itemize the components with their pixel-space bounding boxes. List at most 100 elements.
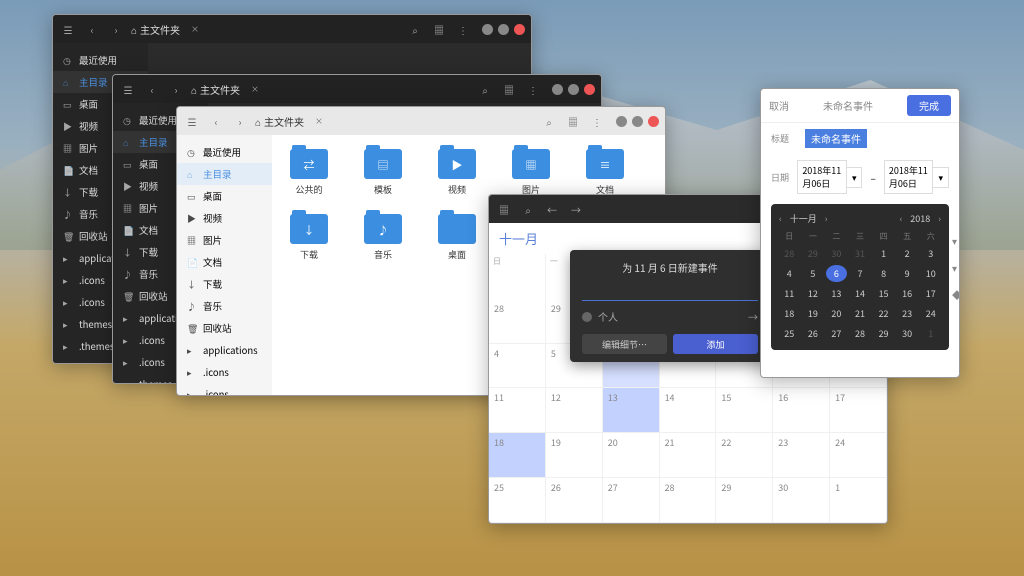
close-icon[interactable] xyxy=(648,116,659,127)
calendar-select[interactable]: 个人 → xyxy=(582,309,758,324)
mc-day[interactable]: 18 xyxy=(779,305,800,322)
calendar-cell[interactable]: 14 xyxy=(660,388,717,433)
mc-day[interactable]: 6 xyxy=(826,265,847,282)
more-icon[interactable]: ⋮ xyxy=(524,80,542,98)
new-event-popover[interactable]: 为 11 月 6 日新建事件 个人 → 编辑细节… 添加 xyxy=(570,250,770,362)
mc-day[interactable]: 29 xyxy=(803,245,824,262)
mc-day[interactable]: 8 xyxy=(873,265,894,282)
folder-pictures[interactable]: ▦图片 xyxy=(508,149,554,196)
back-icon[interactable]: ‹ xyxy=(143,80,161,98)
sidebar-item-downloads[interactable]: ↓下载 xyxy=(177,273,272,295)
titlebar[interactable]: ☰ ‹ › ⌂ 主文件夹 × ⌕ ▦ ⋮ xyxy=(53,15,531,43)
menu-icon[interactable]: ☰ xyxy=(119,80,137,98)
more-icon[interactable]: ⋮ xyxy=(454,20,472,38)
calendar-cell[interactable]: 19 xyxy=(546,433,603,478)
mc-day[interactable]: 1 xyxy=(920,325,941,342)
folder-public[interactable]: ⇄公共的 xyxy=(286,149,332,196)
sidebar-item-icons[interactable]: ▸.icons xyxy=(177,361,272,383)
add-button[interactable]: 添加 xyxy=(673,334,758,354)
date-to[interactable]: 2018年11月06日▾ xyxy=(884,160,949,194)
close-icon[interactable] xyxy=(584,84,595,95)
fwd-icon[interactable]: › xyxy=(167,80,185,98)
fwd-icon[interactable]: › xyxy=(107,20,125,38)
folder-desktop[interactable]: 桌面 xyxy=(434,214,480,261)
sidebar-item-recent[interactable]: ◷最近使用 xyxy=(177,141,272,163)
search-icon[interactable]: ⌕ xyxy=(519,200,537,218)
mc-day[interactable]: 3 xyxy=(920,245,941,262)
mc-day[interactable]: 14 xyxy=(850,285,871,302)
folder-templates[interactable]: ▤模板 xyxy=(360,149,406,196)
calendar-cell[interactable]: 25 xyxy=(489,478,546,523)
mc-day[interactable]: 11 xyxy=(779,285,800,302)
mc-day[interactable]: 2 xyxy=(897,245,918,262)
minimize-icon[interactable] xyxy=(482,24,493,35)
event-name-input[interactable] xyxy=(582,283,758,301)
mc-day[interactable]: 7 xyxy=(850,265,871,282)
sidebar-item-pictures[interactable]: ▦图片 xyxy=(177,229,272,251)
sidebar-item-apps[interactable]: ▸applications xyxy=(177,339,272,361)
calendar-cell[interactable]: 16 xyxy=(773,388,830,433)
mc-day[interactable]: 15 xyxy=(873,285,894,302)
view-icon[interactable]: ▦ xyxy=(564,112,582,130)
edit-details-button[interactable]: 编辑细节… xyxy=(582,334,667,354)
calendar-cell[interactable]: 11 xyxy=(489,388,546,433)
mc-day[interactable]: 4 xyxy=(779,265,800,282)
dropdown-icon[interactable]: ▾ xyxy=(952,260,960,275)
mc-day[interactable]: 28 xyxy=(779,245,800,262)
prev-month-icon[interactable]: ‹ xyxy=(779,212,782,225)
sidebar-item-documents[interactable]: 📄文档 xyxy=(177,251,272,273)
mc-day[interactable]: 22 xyxy=(873,305,894,322)
mc-day[interactable]: 1 xyxy=(873,245,894,262)
search-icon[interactable]: ⌕ xyxy=(540,112,558,130)
more-icon[interactable]: ⋮ xyxy=(588,112,606,130)
sidebar-item-recent[interactable]: ◷最近使用 xyxy=(53,49,148,71)
sidebar-item-trash[interactable]: 🗑回收站 xyxy=(177,317,272,339)
maximize-icon[interactable] xyxy=(632,116,643,127)
mc-day[interactable]: 30 xyxy=(826,245,847,262)
prev-year-icon[interactable]: ‹ xyxy=(900,212,903,225)
mc-day[interactable]: 5 xyxy=(803,265,824,282)
calendar-cell[interactable]: 21 xyxy=(660,433,717,478)
event-editor-window[interactable]: 取消 未命名事件 完成 标题 未命名事件 日期 2018年11月06日▾ – 2… xyxy=(760,88,960,378)
sidebar-item-videos[interactable]: ▶视频 xyxy=(177,207,272,229)
mc-day[interactable]: 23 xyxy=(897,305,918,322)
date-from[interactable]: 2018年11月06日▾ xyxy=(797,160,862,194)
cancel-button[interactable]: 取消 xyxy=(769,98,789,113)
done-button[interactable]: 完成 xyxy=(907,95,951,116)
next-icon[interactable]: → xyxy=(567,200,585,218)
prev-icon[interactable]: ← xyxy=(543,200,561,218)
calendar-cell[interactable]: 27 xyxy=(603,478,660,523)
menu-icon[interactable]: ☰ xyxy=(59,20,77,38)
calendar-cell[interactable]: 18 xyxy=(489,433,546,478)
sidebar-item-music[interactable]: ♪音乐 xyxy=(177,295,272,317)
mc-day[interactable]: 17 xyxy=(920,285,941,302)
name-input[interactable]: 未命名事件 xyxy=(805,129,867,148)
close-icon[interactable] xyxy=(514,24,525,35)
view-icon[interactable]: ▦ xyxy=(430,20,448,38)
calendar-cell[interactable]: 28 xyxy=(660,478,717,523)
maximize-icon[interactable] xyxy=(498,24,509,35)
search-icon[interactable]: ⌕ xyxy=(476,80,494,98)
calendar-cell[interactable]: 17 xyxy=(830,388,887,433)
calendar-cell[interactable]: 12 xyxy=(546,388,603,433)
mc-day[interactable]: 27 xyxy=(826,325,847,342)
calendar-cell[interactable]: 24 xyxy=(830,433,887,478)
mc-day[interactable]: 29 xyxy=(873,325,894,342)
fwd-icon[interactable]: › xyxy=(231,112,249,130)
tab-close-icon[interactable]: × xyxy=(246,80,264,98)
minimize-icon[interactable] xyxy=(552,84,563,95)
maximize-icon[interactable] xyxy=(568,84,579,95)
mc-day[interactable]: 24 xyxy=(920,305,941,322)
mc-day[interactable]: 16 xyxy=(897,285,918,302)
calendar-cell[interactable]: 26 xyxy=(546,478,603,523)
mc-day[interactable]: 28 xyxy=(850,325,871,342)
calendar-cell[interactable]: 20 xyxy=(603,433,660,478)
calendar-cell[interactable]: 4 xyxy=(489,344,546,389)
calendar-cell[interactable]: 23 xyxy=(773,433,830,478)
calendar-cell[interactable]: 13 xyxy=(603,388,660,433)
back-icon[interactable]: ‹ xyxy=(83,20,101,38)
tab-close-icon[interactable]: × xyxy=(310,112,328,130)
back-icon[interactable]: ‹ xyxy=(207,112,225,130)
mini-calendar[interactable]: ‹十一月› ‹2018› 日一二三四五六28293031123456789101… xyxy=(771,204,949,350)
calendar-cell[interactable]: 1 xyxy=(830,478,887,523)
